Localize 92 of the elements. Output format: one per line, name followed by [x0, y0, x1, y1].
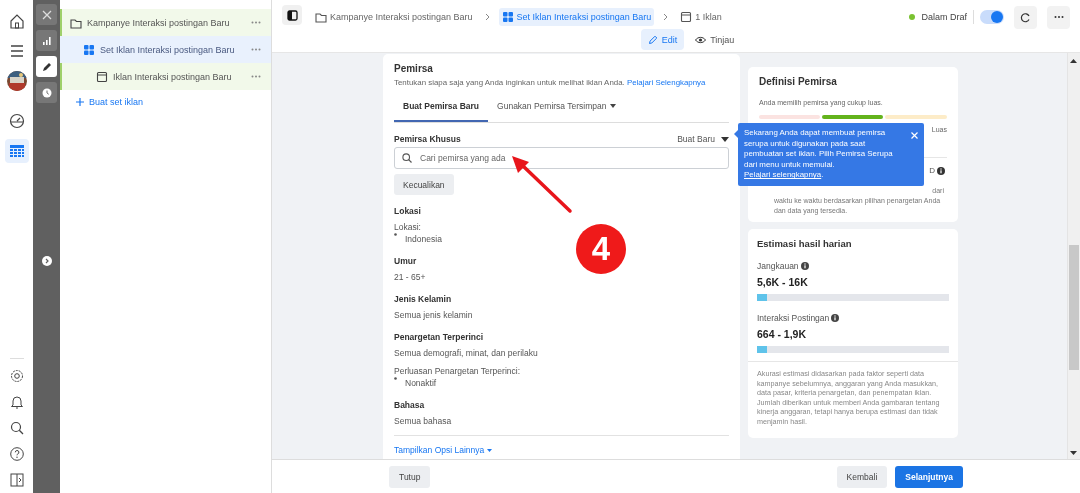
metric-value: 664 - 1,9K — [757, 328, 808, 340]
panel-icon[interactable] — [8, 472, 25, 488]
refresh-button[interactable] — [1014, 5, 1037, 29]
pencil-icon — [647, 34, 658, 45]
mode-tab[interactable]: Edit — [640, 29, 685, 50]
edit-tool-button[interactable] — [36, 56, 57, 77]
grid-icon — [501, 11, 514, 23]
help-icon[interactable] — [8, 446, 25, 462]
search-icon[interactable] — [8, 420, 25, 436]
table-icon[interactable] — [8, 143, 25, 159]
chevron-icon — [663, 13, 669, 21]
down-arrow-icon — [1070, 451, 1077, 455]
metric-label: Jangkauan — [757, 261, 799, 271]
panel-icon — [286, 9, 298, 21]
folder-icon — [315, 11, 327, 23]
create-new-dropdown[interactable]: Buat Baru — [677, 134, 729, 144]
plus-icon — [76, 98, 84, 106]
ad-icon — [680, 11, 693, 23]
breadcrumb-item[interactable]: Kampanye Interaksi postingan Baru — [312, 8, 476, 26]
back-button[interactable]: Kembali — [836, 465, 888, 488]
field-label: Pemirsa Khusus — [394, 134, 461, 144]
search-icon — [402, 153, 412, 163]
audience-tab[interactable]: Gunakan Pemirsa Tersimpan — [488, 99, 625, 122]
close-button[interactable] — [36, 4, 57, 25]
close-button[interactable]: Tutup — [389, 465, 431, 488]
section-heading: Umur — [394, 256, 418, 266]
more-options-link[interactable]: Tampilkan Opsi Lainnya — [394, 445, 493, 455]
expand-icon[interactable] — [41, 256, 52, 266]
grid-icon — [83, 43, 95, 56]
caret-icon — [487, 448, 493, 452]
chart-tool-button[interactable] — [36, 30, 57, 51]
status-label: Dalam Draf — [921, 12, 967, 22]
home-icon[interactable] — [8, 13, 25, 29]
folder-icon — [70, 16, 82, 29]
tree-item[interactable]: Iklan Interaksi postingan Baru — [60, 63, 271, 90]
bar-chart-icon — [41, 35, 52, 46]
ad-icon — [96, 70, 108, 83]
clock-icon — [41, 87, 52, 98]
breadcrumb-item[interactable]: 1 Iklan — [677, 8, 725, 26]
card-title: Estimasi hasil harian — [757, 238, 853, 249]
info-icon — [800, 262, 809, 270]
audience-tab[interactable]: Buat Pemirsa Baru — [394, 99, 489, 122]
tree-item[interactable]: Set Iklan Interaksi postingan Baru — [60, 36, 271, 63]
up-arrow-icon — [1070, 59, 1077, 63]
gauge-icon[interactable] — [8, 113, 25, 129]
breadcrumb-item[interactable]: Set Iklan Interaksi postingan Baru — [498, 8, 655, 26]
bullet-icon — [394, 233, 397, 236]
mode-tab[interactable]: Tinjau — [688, 29, 742, 50]
search-field[interactable]: Cari pemirsa yang ada — [394, 147, 729, 169]
eye-icon — [695, 35, 707, 44]
detail-text: Semua demografi, minat, dan perilaku — [394, 347, 539, 359]
more-icon — [1053, 15, 1064, 19]
toggle-switch[interactable] — [980, 10, 1004, 24]
more-icon[interactable] — [251, 21, 261, 24]
close-icon — [911, 132, 918, 139]
detail-text: Lokasi: — [394, 221, 422, 233]
section-heading: Lokasi — [394, 206, 422, 216]
bell-icon[interactable] — [8, 394, 25, 410]
metric-value: 5,6K - 16K — [757, 276, 809, 288]
section-heading: Penargetan Terperinci — [394, 332, 485, 342]
create-ad-set-link[interactable]: Buat set iklan — [76, 97, 144, 107]
pencil-icon — [41, 61, 52, 72]
card-title: Definisi Pemirsa — [759, 76, 838, 87]
metric-label: Interaksi Postingan — [757, 313, 830, 323]
scrollbar-thumb[interactable] — [1069, 245, 1079, 370]
sidebar-toggle-button[interactable] — [282, 5, 302, 25]
section-title: Pemirsa — [394, 63, 434, 74]
next-button[interactable]: Selanjutnya — [895, 465, 963, 488]
caret-icon — [721, 136, 729, 142]
detail-text: Perluasan Penargetan Terperinci: — [394, 365, 521, 377]
section-heading: Jenis Kelamin — [394, 294, 453, 304]
settings-icon[interactable] — [8, 368, 25, 384]
history-tool-button[interactable] — [36, 82, 57, 103]
info-icon — [831, 314, 840, 322]
chevron-icon — [484, 13, 490, 21]
detail-text: Semua bahasa — [394, 415, 453, 427]
tree-item[interactable]: Kampanye Interaksi postingan Baru — [60, 9, 271, 36]
detail-text: Semua jenis kelamin — [394, 309, 474, 321]
bullet-icon — [394, 377, 397, 380]
detail-text: 21 - 65+ — [394, 271, 427, 283]
refresh-icon — [1020, 11, 1031, 23]
info-icon — [937, 166, 945, 175]
menu-icon[interactable] — [8, 43, 25, 59]
list-item: Nonaktif — [405, 377, 437, 389]
close-icon — [41, 9, 52, 20]
section-heading: Bahasa — [394, 400, 426, 410]
more-icon[interactable] — [251, 75, 261, 78]
estimate-label: D — [929, 166, 935, 175]
scrollbar[interactable] — [1067, 53, 1080, 459]
list-item: Indonesia — [405, 233, 442, 245]
more-icon[interactable] — [251, 48, 261, 51]
exclude-button[interactable]: Kecualikan — [394, 174, 454, 195]
